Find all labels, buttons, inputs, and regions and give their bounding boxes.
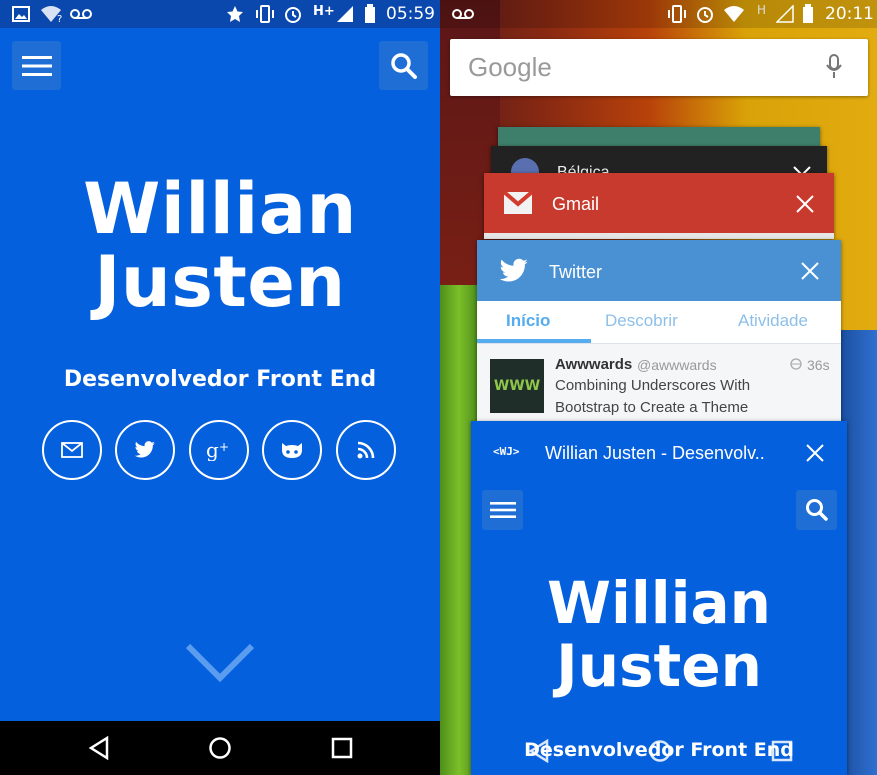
close-icon[interactable] <box>799 260 821 282</box>
subtitle: Desenvolvedor Front End <box>63 367 377 392</box>
gmail-icon <box>504 192 532 214</box>
tweet-handle: @awwwards <box>637 357 717 373</box>
microphone-icon[interactable] <box>825 54 843 80</box>
back-icon <box>88 736 109 760</box>
network-type: H <box>757 3 767 17</box>
rss-icon <box>357 441 375 459</box>
hamburger-icon <box>21 55 52 76</box>
svg-text:?: ? <box>57 14 62 23</box>
tab-inicio[interactable]: Início <box>506 311 550 331</box>
wifi-question-icon: ? <box>40 4 64 24</box>
tweet-text-line-2: Bootstrap to Create a Theme <box>555 399 749 416</box>
mail-icon <box>61 442 83 458</box>
menu-button[interactable] <box>482 490 523 530</box>
vibrate-icon <box>666 4 688 24</box>
rss-button[interactable] <box>336 420 396 480</box>
svg-text:+: + <box>219 440 229 454</box>
github-button[interactable] <box>262 420 322 480</box>
google-search-bar[interactable]: Google <box>450 39 868 96</box>
close-icon[interactable] <box>794 193 816 215</box>
scroll-down-chevron-icon[interactable] <box>185 643 255 683</box>
recents-icon <box>771 740 793 762</box>
close-icon[interactable] <box>804 442 826 464</box>
google-logo: Google <box>468 52 552 82</box>
mail-button[interactable] <box>42 420 102 480</box>
search-icon <box>390 52 417 79</box>
search-button[interactable] <box>379 41 428 90</box>
back-icon <box>528 739 549 763</box>
recents-button[interactable] <box>329 735 355 761</box>
navigation-bar <box>0 721 440 775</box>
voicemail-icon <box>70 4 92 24</box>
github-icon <box>282 443 302 458</box>
recent-app-card-website[interactable]: <WJ> Willian Justen - Desenvolv.. Willia… <box>471 421 847 775</box>
back-button[interactable] <box>526 738 552 764</box>
signal-icon <box>336 4 354 24</box>
active-tab-indicator <box>477 339 591 343</box>
tweet-text-line-1: Combining Underscores With <box>555 377 751 394</box>
search-icon <box>805 499 828 521</box>
recent-app-card-gmail[interactable]: Gmail <box>484 173 834 239</box>
hamburger-icon <box>489 502 516 518</box>
svg-text:g: g <box>206 439 219 461</box>
tab-descobrir[interactable]: Descobrir <box>605 311 678 331</box>
twitter-icon <box>499 258 528 282</box>
alarm-icon <box>695 4 715 24</box>
tweet-user[interactable]: Awwwards <box>555 356 632 373</box>
card-title: Willian Justen - Desenvolv.. <box>545 443 765 463</box>
site-badge: <WJ> <box>493 445 520 458</box>
status-time: 20:11 <box>825 4 874 24</box>
card-header: <WJ> Willian Justen - Desenvolv.. <box>471 421 847 483</box>
tweet-time: 36s <box>807 357 830 373</box>
card-title: Gmail <box>552 194 600 214</box>
signal-icon <box>776 4 794 24</box>
site-name-line-2: Justen <box>556 632 762 700</box>
globe-icon <box>790 358 802 370</box>
star-icon <box>226 4 244 24</box>
alarm-icon <box>283 4 303 24</box>
battery-icon <box>364 4 376 24</box>
google-plus-button[interactable]: g + <box>189 420 249 480</box>
back-button[interactable] <box>86 735 112 761</box>
vibrate-icon <box>254 4 276 24</box>
tab-atividade[interactable]: Atividade <box>738 311 808 331</box>
home-icon <box>209 737 231 759</box>
home-button[interactable] <box>207 735 233 761</box>
status-time: 05:59 <box>386 4 435 24</box>
menu-button[interactable] <box>12 41 61 90</box>
battery-icon <box>802 4 814 24</box>
recents-icon <box>331 737 353 759</box>
wifi-icon <box>723 4 745 24</box>
home-icon <box>649 740 671 762</box>
tweet-avatar[interactable]: WWW <box>490 359 544 413</box>
search-button[interactable] <box>796 490 837 530</box>
recent-app-card-twitter[interactable]: Twitter Início Descobrir Atividade WWW A… <box>477 240 841 430</box>
twitter-button[interactable] <box>115 420 175 480</box>
name-line-2: Justen <box>94 241 346 323</box>
home-button[interactable] <box>647 738 673 764</box>
card-title: Twitter <box>549 262 603 282</box>
network-type: H+ <box>313 4 335 19</box>
google-plus-icon: g + <box>206 439 229 461</box>
card-header: Twitter <box>477 240 841 301</box>
twitter-tabs: Início Descobrir Atividade <box>477 301 841 344</box>
name-line-1: Willian <box>83 168 357 250</box>
right-phone-screen: H 20:11 Google Bélgica Gmail Twitter Iní… <box>440 0 877 775</box>
status-bar: H 20:11 <box>440 0 877 28</box>
recents-button[interactable] <box>769 738 795 764</box>
twitter-icon <box>134 441 155 458</box>
status-bar: ? H+ 05:59 <box>0 0 440 28</box>
image-notification-icon <box>12 4 30 24</box>
card-body-edge <box>484 233 834 239</box>
left-phone-screen: ? H+ 05:59 Willian Justen Desenvolvedor … <box>0 0 440 775</box>
site-name-line-1: Willian <box>547 569 771 637</box>
voicemail-icon <box>452 4 474 24</box>
